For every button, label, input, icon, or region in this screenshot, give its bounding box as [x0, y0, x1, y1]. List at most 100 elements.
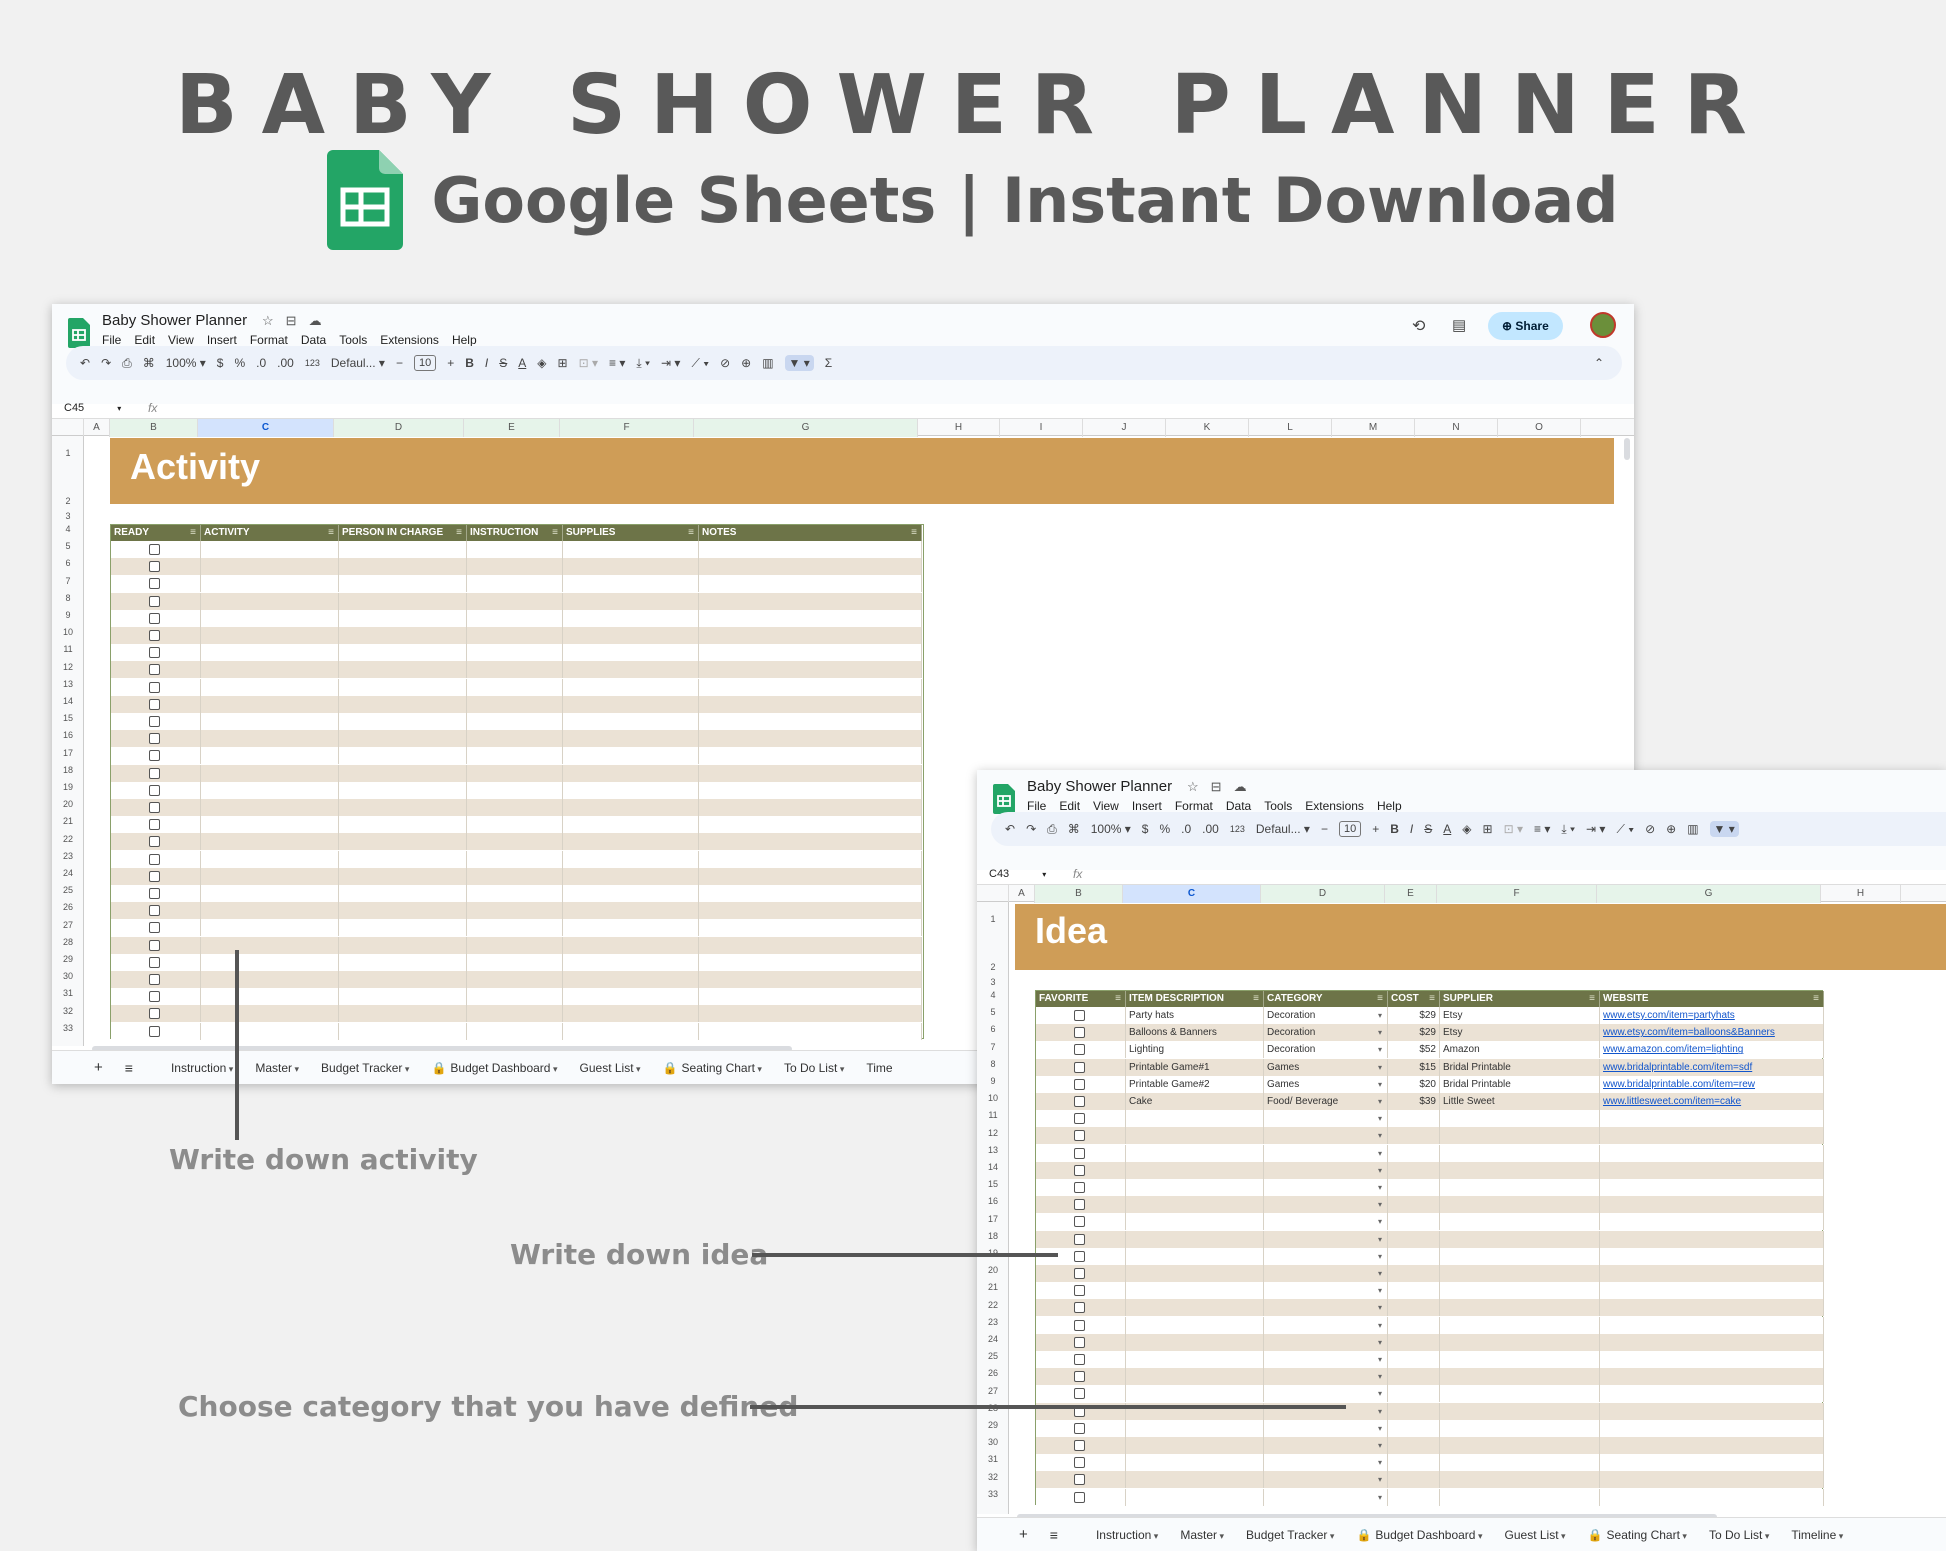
table-cell[interactable] — [1440, 1316, 1600, 1334]
ready-checkbox[interactable] — [149, 544, 160, 555]
table-cell[interactable] — [699, 730, 922, 748]
row-number[interactable]: 23 — [52, 851, 84, 861]
favorite-checkbox[interactable] — [1074, 1422, 1085, 1434]
table-cell[interactable] — [339, 781, 467, 799]
table-cell[interactable] — [339, 1022, 467, 1040]
table-cell[interactable] — [111, 627, 201, 644]
table-cell[interactable] — [1126, 1454, 1264, 1472]
fill-color-icon[interactable]: ◈ — [1462, 822, 1471, 836]
table-cell[interactable] — [467, 919, 563, 937]
table-cell[interactable]: www.etsy.com/item=balloons&Banners — [1600, 1024, 1824, 1042]
table-cell[interactable] — [1388, 1127, 1440, 1145]
menu-edit[interactable]: Edit — [134, 333, 155, 347]
row-number[interactable]: 13 — [52, 679, 84, 689]
table-cell[interactable] — [1126, 1161, 1264, 1179]
menu-extensions[interactable]: Extensions — [1305, 799, 1364, 813]
table-cell[interactable] — [201, 627, 339, 644]
menu-insert[interactable]: Insert — [207, 333, 237, 347]
row-number[interactable]: 15 — [52, 713, 84, 723]
table-cell[interactable] — [563, 988, 699, 1006]
table-header-notes[interactable]: NOTES — [699, 525, 922, 541]
row-number[interactable]: 30 — [977, 1437, 1009, 1447]
comment-icon[interactable]: ⊕ — [1666, 822, 1676, 836]
table-cell[interactable] — [1600, 1179, 1824, 1196]
favorite-checkbox[interactable] — [1074, 1440, 1085, 1451]
table-cell[interactable] — [201, 678, 339, 696]
row-number[interactable]: 20 — [977, 1265, 1009, 1275]
increase-decimal-button[interactable]: .00 — [1202, 822, 1219, 836]
column-header-l[interactable]: L — [1249, 419, 1332, 437]
row-number[interactable]: 8 — [977, 1059, 1009, 1069]
table-cell[interactable] — [563, 919, 699, 937]
row-number[interactable]: 31 — [977, 1454, 1009, 1464]
print-icon[interactable]: ⎙ — [122, 356, 132, 371]
table-cell[interactable] — [563, 644, 699, 662]
ready-checkbox[interactable] — [149, 612, 160, 624]
table-cell[interactable] — [1388, 1265, 1440, 1282]
doc-title[interactable]: Baby Shower Planner — [1027, 778, 1172, 795]
tab-timeline-partial[interactable]: Time — [866, 1061, 892, 1075]
ready-checkbox[interactable] — [149, 681, 160, 693]
table-cell[interactable]: Etsy — [1440, 1007, 1600, 1024]
table-cell[interactable] — [339, 850, 467, 868]
table-cell[interactable] — [201, 644, 339, 662]
table-cell[interactable] — [1600, 1127, 1824, 1145]
table-cell[interactable] — [1126, 1230, 1264, 1248]
table-cell[interactable] — [1126, 1196, 1264, 1214]
table-cell[interactable] — [1388, 1333, 1440, 1351]
vertical-align-icon[interactable]: ⤓ ▾ — [636, 356, 650, 371]
row-number[interactable]: 12 — [52, 662, 84, 672]
table-cell[interactable] — [563, 936, 699, 954]
table-cell[interactable] — [563, 558, 699, 576]
favorite-checkbox[interactable] — [1074, 1044, 1085, 1056]
menu-format[interactable]: Format — [1175, 799, 1213, 813]
tab-to-do-list[interactable]: To Do List — [784, 1061, 844, 1075]
table-cell[interactable] — [699, 953, 922, 971]
table-cell[interactable] — [1126, 1282, 1264, 1300]
table-cell[interactable] — [111, 764, 201, 782]
row-number[interactable]: 25 — [52, 885, 84, 895]
row-number[interactable]: 29 — [52, 954, 84, 964]
font-size-increase[interactable]: + — [447, 356, 454, 370]
table-cell[interactable] — [699, 1022, 922, 1040]
row-number[interactable]: 4 — [977, 990, 1009, 1000]
table-cell[interactable]: ▾ — [1264, 1144, 1388, 1162]
row-number[interactable]: 19 — [52, 782, 84, 792]
row-number[interactable]: 1 — [52, 448, 84, 458]
table-cell[interactable] — [699, 592, 922, 610]
table-cell[interactable] — [111, 885, 201, 902]
table-cell[interactable] — [1388, 1471, 1440, 1489]
category-dropdown-icon[interactable]: ▾ — [1378, 1093, 1382, 1110]
row-number[interactable]: 5 — [977, 1007, 1009, 1017]
table-cell[interactable] — [1036, 1110, 1126, 1128]
table-cell[interactable] — [1126, 1265, 1264, 1282]
tab-seating-chart[interactable]: 🔒 Seating Chart — [663, 1061, 762, 1075]
table-cell[interactable] — [1388, 1419, 1440, 1437]
category-dropdown-icon[interactable]: ▾ — [1378, 1041, 1382, 1058]
table-cell[interactable]: ▾ — [1264, 1351, 1388, 1368]
table-cell[interactable] — [1600, 1471, 1824, 1489]
table-cell[interactable]: Cake — [1126, 1093, 1264, 1110]
table-cell[interactable]: $20 — [1388, 1075, 1440, 1093]
table-cell[interactable] — [201, 781, 339, 799]
category-dropdown-icon[interactable]: ▾ — [1378, 1437, 1382, 1454]
row-number[interactable]: 33 — [977, 1489, 1009, 1499]
cell-website[interactable]: www.littlesweet.com/item=cake — [1603, 1096, 1741, 1107]
paint-format-icon[interactable]: ⌘ — [143, 356, 155, 370]
favorite-checkbox[interactable] — [1074, 1096, 1085, 1107]
doc-title[interactable]: Baby Shower Planner — [102, 312, 247, 329]
row-number[interactable]: 31 — [52, 988, 84, 998]
table-cell[interactable] — [467, 592, 563, 610]
table-cell[interactable] — [201, 833, 339, 851]
table-cell[interactable] — [111, 644, 201, 662]
column-header-c[interactable]: C — [1123, 885, 1261, 903]
column-header-h[interactable]: H — [918, 419, 1000, 437]
tab-budget-dashboard[interactable]: 🔒 Budget Dashboard — [1356, 1528, 1482, 1542]
tab-budget-dashboard[interactable]: 🔒 Budget Dashboard — [431, 1061, 557, 1075]
table-cell[interactable] — [1600, 1110, 1824, 1128]
table-cell[interactable] — [699, 816, 922, 834]
table-cell[interactable]: ▾ — [1264, 1110, 1388, 1128]
ready-checkbox[interactable] — [149, 578, 160, 590]
undo-icon[interactable]: ↶ — [80, 356, 90, 370]
category-dropdown-icon[interactable]: ▾ — [1378, 1351, 1382, 1368]
